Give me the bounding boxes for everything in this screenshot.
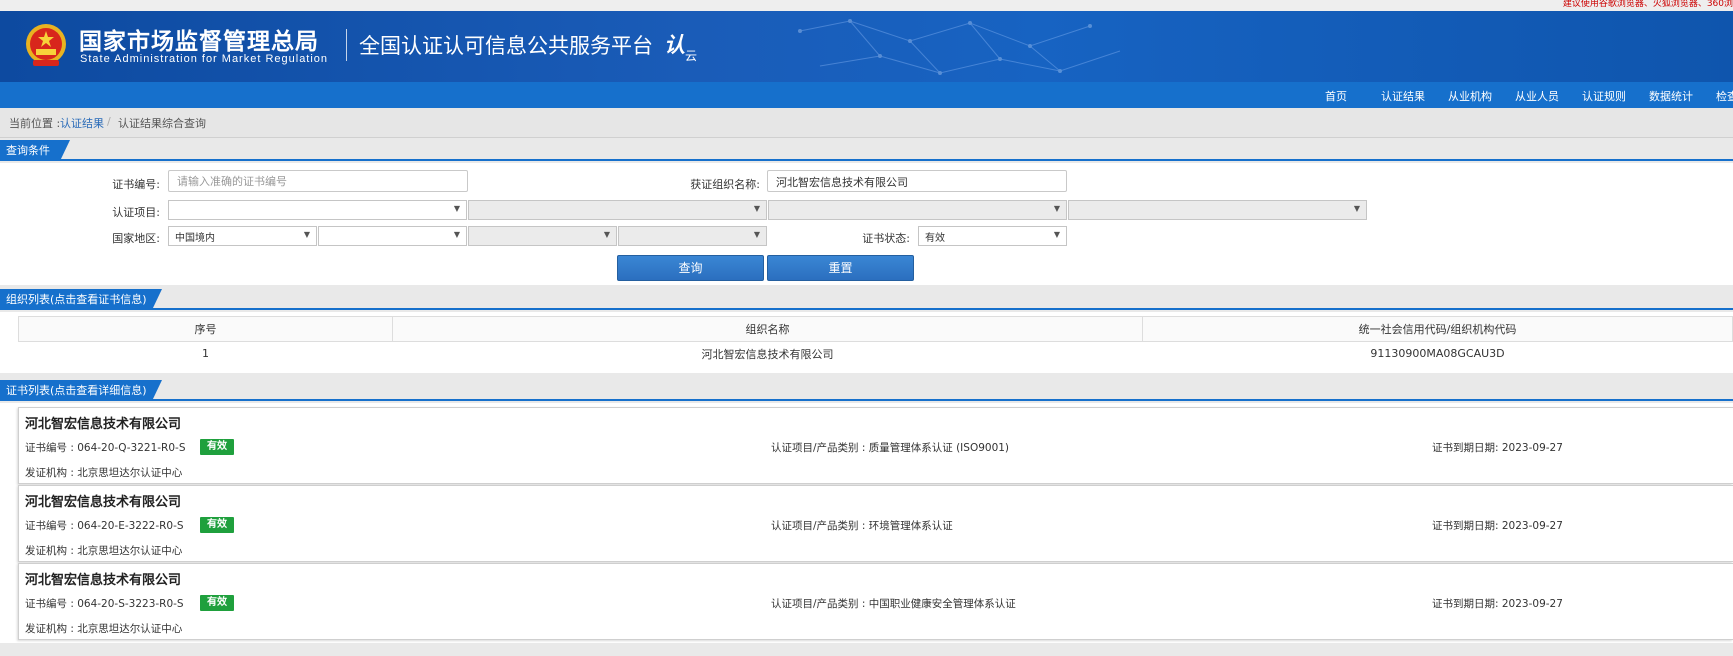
cert-no-label: 证书编号: (112, 178, 160, 191)
agency-name-cn: 国家市场监督管理总局 (79, 29, 319, 55)
col-header-org-name: 组织名称 (392, 316, 1143, 342)
chevron-down-icon: ▼ (603, 230, 610, 239)
table-row[interactable]: 1 河北智宏信息技术有限公司 91130900MA08GCAU3D (19, 342, 1733, 366)
nav-home[interactable]: 首页 (1325, 88, 1347, 104)
cell-index: 1 (202, 347, 209, 361)
chevron-down-icon: ▼ (453, 204, 460, 213)
cert-project: 认证项目/产品类别 : 环境管理体系认证 (771, 520, 953, 532)
query-section-header: 查询条件 (0, 140, 1733, 161)
cert-expiry: 证书到期日期: 2023-09-27 (1432, 520, 1563, 532)
cert-expiry: 证书到期日期: 2023-09-27 (1432, 598, 1563, 610)
chevron-down-icon: ▼ (1053, 204, 1060, 213)
breadcrumb-link-results[interactable]: 认证结果 (60, 115, 104, 131)
chevron-down-icon: ▼ (453, 230, 460, 239)
chevron-down-icon: ▼ (753, 230, 760, 239)
cert-card[interactable]: 河北智宏信息技术有限公司 证书编号 : 064-20-Q-3221-R0-S 有… (18, 407, 1733, 484)
cert-org-name: 河北智宏信息技术有限公司 (25, 495, 182, 510)
org-list-section-header: 组织列表(点击查看证书信息) (0, 289, 1733, 310)
cert-number: 证书编号 : 064-20-E-3222-R0-S (25, 520, 184, 532)
org-list-section-title: 组织列表(点击查看证书信息) (0, 289, 162, 310)
main-nav: 首页 认证结果 从业机构 从业人员 认证规则 数据统计 检查 (0, 82, 1733, 108)
nav-institutions[interactable]: 从业机构 (1448, 88, 1492, 104)
renyun-logo-text: 认 (664, 33, 685, 57)
chevron-down-icon: ▼ (753, 204, 760, 213)
renyun-logo: 认云 (664, 29, 697, 63)
nav-rules[interactable]: 认证规则 (1582, 88, 1626, 104)
cert-list-section-header: 证书列表(点击查看详细信息) (0, 380, 1733, 401)
network-decoration-icon (798, 19, 1121, 75)
region-select-value: 中国境内 (175, 233, 215, 244)
site-header: 国家市场监督管理总局 State Administration for Mark… (0, 11, 1733, 82)
national-emblem-icon (26, 24, 66, 66)
platform-title: 全国认证认可信息公共服务平台 (359, 34, 653, 58)
nav-cert-results[interactable]: 认证结果 (1381, 88, 1425, 104)
browser-notice-bar: 建议使用谷歌浏览器、火狐浏览器、360浏 (0, 0, 1733, 11)
cert-project: 认证项目/产品类别 : 质量管理体系认证 (ISO9001) (771, 442, 1010, 454)
header-divider (346, 29, 347, 61)
query-form: 证书编号: 获证组织名称: 河北智宏信息技术有限公司 认证项目: ▼ ▼ ▼ ▼… (0, 163, 1733, 285)
status-label: 证书状态: (862, 232, 910, 245)
region-select-country[interactable]: 中国境内 ▼ (168, 226, 317, 246)
col-header-index: 序号 (18, 316, 393, 342)
org-name-value: 河北智宏信息技术有限公司 (776, 176, 908, 189)
nav-inspection[interactable]: 检查 (1716, 88, 1733, 104)
chevron-down-icon: ▼ (1053, 230, 1060, 239)
region-select-city: ▼ (468, 226, 617, 246)
cert-org-name: 河北智宏信息技术有限公司 (25, 417, 182, 432)
breadcrumb-prefix: 当前位置 : (9, 117, 61, 130)
cert-project: 认证项目/产品类别 : 中国职业健康安全管理体系认证 (771, 598, 1016, 610)
breadcrumb-separator: / (107, 115, 111, 128)
chevron-down-icon: ▼ (1353, 204, 1360, 213)
cert-no-input[interactable] (168, 170, 468, 192)
project-select-1[interactable]: ▼ (168, 200, 467, 220)
status-badge: 有效 (200, 595, 234, 611)
search-button[interactable]: 查询 (617, 255, 764, 281)
status-badge: 有效 (200, 517, 234, 533)
org-name-label: 获证组织名称: (690, 178, 760, 191)
cert-expiry: 证书到期日期: 2023-09-27 (1432, 442, 1563, 454)
cell-credit-code: 91130900MA08GCAU3D (1370, 347, 1505, 361)
cert-number: 证书编号 : 064-20-S-3223-R0-S (25, 598, 184, 610)
cert-card[interactable]: 河北智宏信息技术有限公司 证书编号 : 064-20-E-3222-R0-S 有… (18, 485, 1733, 562)
cert-org-name: 河北智宏信息技术有限公司 (25, 573, 182, 588)
status-badge: 有效 (200, 439, 234, 455)
status-select-value: 有效 (925, 233, 945, 244)
project-label: 认证项目: (112, 206, 160, 219)
org-table: 序号 组织名称 统一社会信用代码/组织机构代码 1 河北智宏信息技术有限公司 9… (18, 316, 1733, 366)
cert-card[interactable]: 河北智宏信息技术有限公司 证书编号 : 064-20-S-3223-R0-S 有… (18, 563, 1733, 640)
breadcrumb: 当前位置 : 认证结果 / 认证结果综合查询 (0, 108, 1733, 138)
region-select-province[interactable]: ▼ (318, 226, 467, 246)
col-header-credit-code: 统一社会信用代码/组织机构代码 (1142, 316, 1733, 342)
nav-statistics[interactable]: 数据统计 (1649, 88, 1693, 104)
cert-list-section-title: 证书列表(点击查看详细信息) (0, 380, 162, 401)
status-select[interactable]: 有效 ▼ (918, 226, 1067, 246)
project-select-2: ▼ (468, 200, 767, 220)
renyun-logo-sub: 云 (685, 49, 698, 63)
region-label: 国家地区: (112, 232, 160, 245)
cert-issuer: 发证机构 : 北京思坦达尔认证中心 (25, 623, 183, 635)
chevron-down-icon: ▼ (303, 230, 310, 239)
org-name-input[interactable]: 河北智宏信息技术有限公司 (767, 170, 1067, 192)
nav-practitioners[interactable]: 从业人员 (1515, 88, 1559, 104)
browser-notice: 建议使用谷歌浏览器、火狐浏览器、360浏 (1562, 0, 1733, 9)
cell-org-name: 河北智宏信息技术有限公司 (701, 347, 834, 361)
cert-issuer: 发证机构 : 北京思坦达尔认证中心 (25, 467, 183, 479)
project-select-3: ▼ (768, 200, 1067, 220)
agency-name-en: State Administration for Market Regulati… (80, 53, 329, 65)
breadcrumb-current: 认证结果综合查询 (118, 117, 206, 130)
project-select-4: ▼ (1068, 200, 1367, 220)
cert-issuer: 发证机构 : 北京思坦达尔认证中心 (25, 545, 183, 557)
reset-button[interactable]: 重置 (767, 255, 914, 281)
region-select-district: ▼ (618, 226, 767, 246)
cert-number: 证书编号 : 064-20-Q-3221-R0-S (25, 442, 186, 454)
query-section-title: 查询条件 (0, 140, 70, 161)
